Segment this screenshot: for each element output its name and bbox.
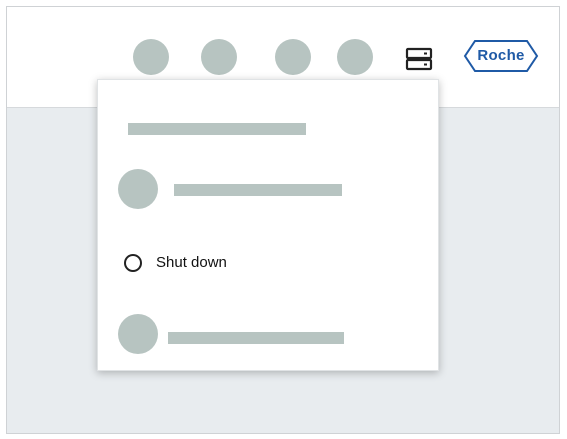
menu-item-avatar <box>118 314 158 354</box>
avatar-placeholder-2[interactable] <box>201 39 237 75</box>
menu-item-text-placeholder <box>168 332 344 344</box>
menu-item-text-placeholder <box>174 184 342 196</box>
dropdown-menu: Shut down <box>97 79 439 371</box>
avatar-placeholder-4[interactable] <box>337 39 373 75</box>
roche-logo: Roche <box>463 39 539 73</box>
app-window: Roche Shut down <box>6 6 560 434</box>
menu-heading-placeholder <box>128 123 306 135</box>
radio-button[interactable] <box>124 254 142 272</box>
logo-text: Roche <box>477 47 525 64</box>
avatar-placeholder-1[interactable] <box>133 39 169 75</box>
shut-down-label: Shut down <box>156 254 227 271</box>
avatar-placeholder-3[interactable] <box>275 39 311 75</box>
server-icon[interactable] <box>405 45 433 73</box>
menu-item-avatar <box>118 169 158 209</box>
